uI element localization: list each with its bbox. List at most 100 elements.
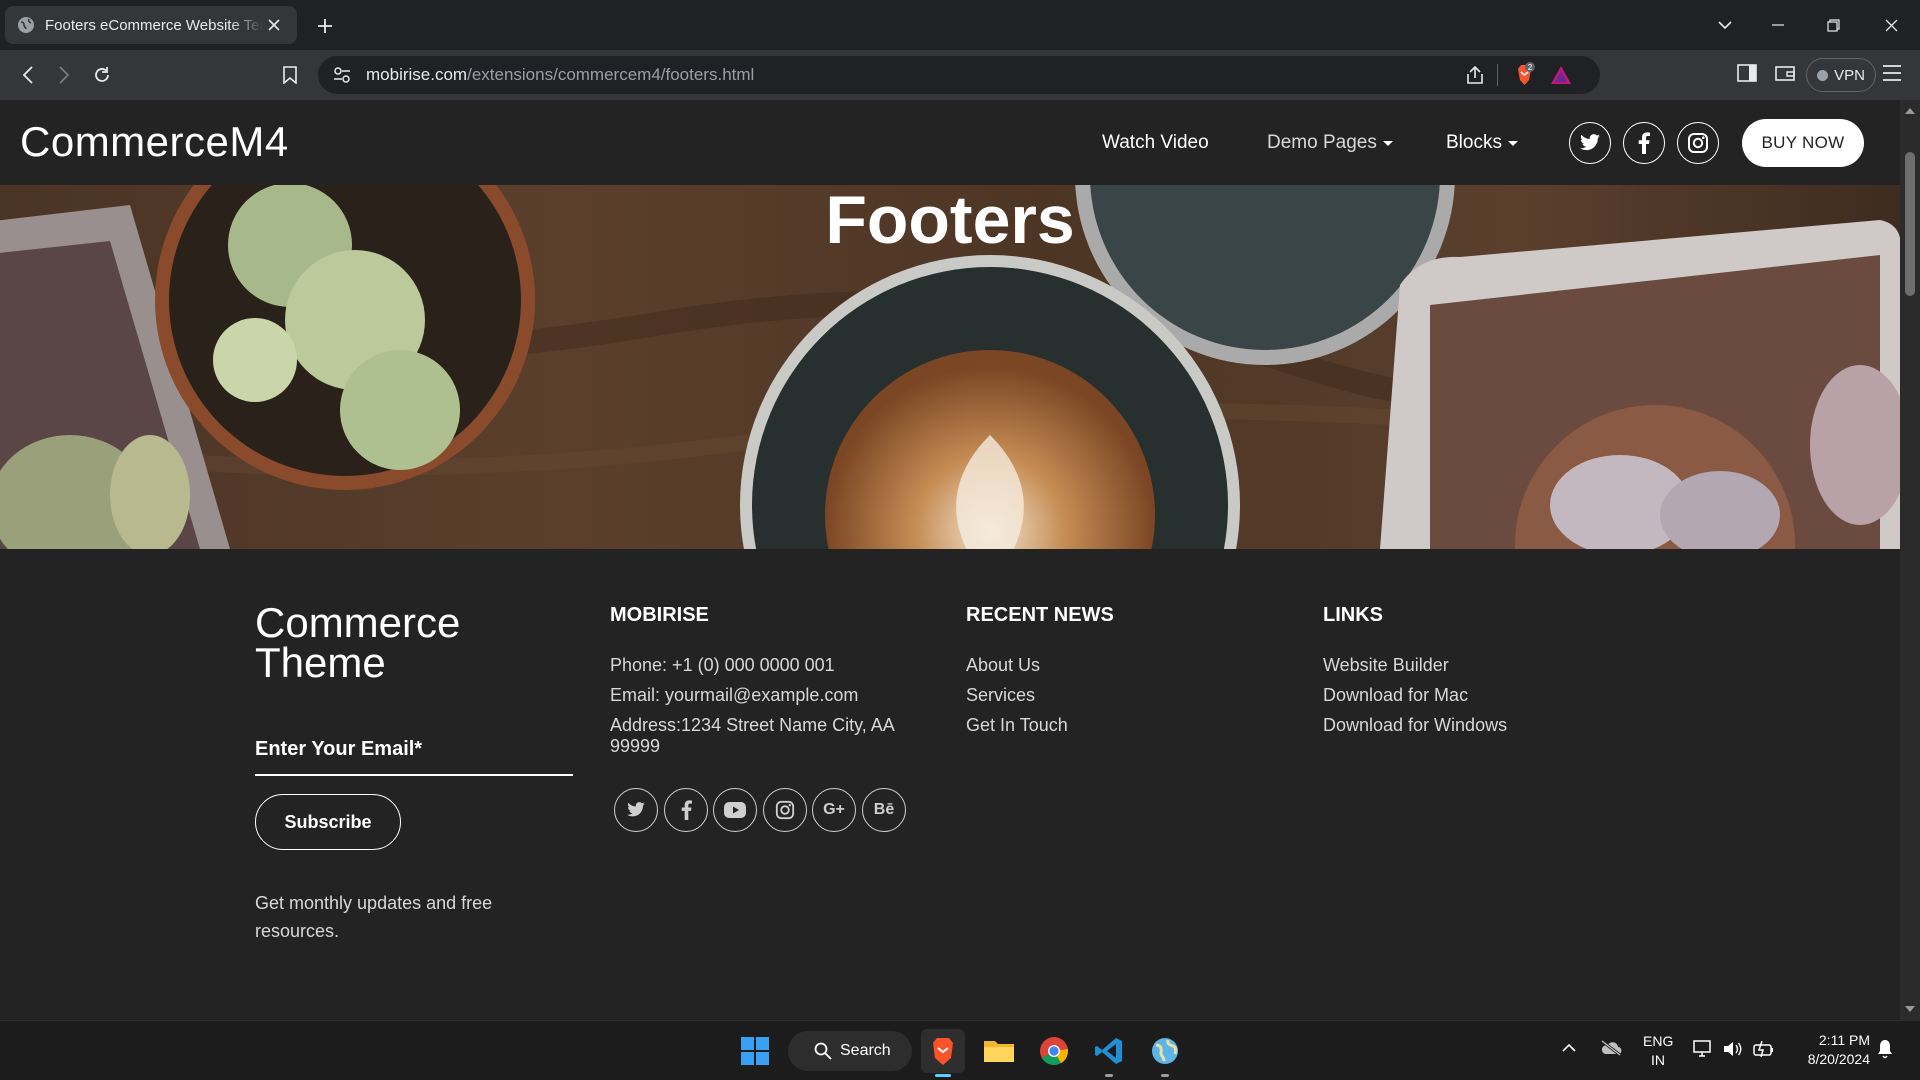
lang-line: ENG <box>1643 1033 1674 1049</box>
footer-link-website-builder[interactable]: Website Builder <box>1323 655 1449 676</box>
open-app-indicator <box>1105 1074 1113 1077</box>
open-app-indicator <box>1161 1074 1169 1077</box>
footer-brand: Commerce Theme <box>255 602 555 686</box>
scrollbar-thumb[interactable] <box>1905 152 1915 296</box>
tab-search-chevron-icon[interactable] <box>1710 10 1740 40</box>
scroll-up-arrow-icon[interactable] <box>1905 108 1915 114</box>
brave-rewards-icon[interactable] <box>1550 64 1572 86</box>
site-footer: Commerce Theme Enter Your Email* Subscri… <box>0 549 1900 1020</box>
shield-count: 2 <box>1528 63 1533 72</box>
system-clock[interactable]: 2:11 PM 8/20/2024 <box>1788 1031 1870 1069</box>
nav-demo-pages[interactable]: Demo Pages <box>1267 132 1393 154</box>
footer-link-get-in-touch[interactable]: Get In Touch <box>966 715 1068 736</box>
email-field-underline <box>255 774 573 776</box>
hero-banner: Footers <box>0 185 1900 549</box>
subscribe-note: Get monthly updates and free resources. <box>255 893 493 941</box>
brave-shields-icon[interactable]: 2 <box>1510 62 1536 88</box>
caret-down-icon <box>1382 140 1393 146</box>
restore-icon[interactable] <box>1818 10 1848 40</box>
brave-taskbar-icon[interactable] <box>921 1029 965 1077</box>
network-icon[interactable] <box>1693 1040 1713 1058</box>
vscode-icon[interactable] <box>1087 1029 1131 1077</box>
subscribe-button[interactable]: Subscribe <box>255 794 401 850</box>
input-language[interactable]: ENG IN <box>1643 1032 1673 1070</box>
footer-email: Email: yourmail@example.com <box>610 685 859 705</box>
battery-icon[interactable] <box>1753 1039 1775 1059</box>
site-navbar: CommerceM4 Watch Video Demo Pages Blocks… <box>0 100 1900 185</box>
clock-time: 2:11 PM <box>1818 1032 1870 1048</box>
file-explorer-icon[interactable] <box>977 1029 1021 1073</box>
email-field[interactable]: Enter Your Email* <box>255 738 422 761</box>
nav-link-label: Watch Video <box>1102 132 1209 153</box>
footer-heading-recent-news: RECENT NEWS <box>966 604 1114 626</box>
tab-title: Footers eCommerce Website Template <box>45 16 263 34</box>
new-tab-button[interactable] <box>312 13 338 39</box>
url-host: mobirise.com <box>366 65 468 84</box>
active-app-indicator <box>935 1074 951 1077</box>
menu-icon[interactable] <box>1882 64 1902 82</box>
nav-link-label: Blocks <box>1446 132 1502 153</box>
clock-date: 8/20/2024 <box>1807 1051 1870 1067</box>
globe-icon <box>17 16 35 34</box>
notification-bell-icon[interactable] <box>1876 1039 1894 1059</box>
vpn-button[interactable]: VPN <box>1806 58 1876 92</box>
behance-icon[interactable]: Bē <box>862 788 906 832</box>
close-tab-icon[interactable] <box>263 14 285 36</box>
hero-title: Footers <box>825 185 1075 258</box>
back-icon[interactable] <box>14 61 42 89</box>
close-window-icon[interactable] <box>1876 10 1906 40</box>
buy-now-button[interactable]: BUY NOW <box>1742 119 1864 167</box>
footer-address: Address:1234 Street Name City, AA 99999 <box>610 715 894 756</box>
footer-brand-line: Theme <box>255 639 386 686</box>
divider <box>1497 64 1498 86</box>
url-path: /extensions/commercem4/footers.html <box>467 65 755 84</box>
footer-heading-mobirise: MOBIRISE <box>610 604 709 626</box>
web-page: CommerceM4 Watch Video Demo Pages Blocks… <box>0 100 1900 1020</box>
sidebar-toggle-icon[interactable] <box>1736 62 1758 84</box>
lang-line: IN <box>1651 1052 1665 1068</box>
search-label: Search <box>840 1042 891 1059</box>
site-settings-icon[interactable] <box>332 65 352 85</box>
footer-heading-links: LINKS <box>1323 604 1383 626</box>
footer-phone: Phone: +1 (0) 000 0000 001 <box>610 655 835 675</box>
instagram-icon[interactable] <box>763 788 807 832</box>
google-plus-icon[interactable]: G+ <box>812 788 856 832</box>
vpn-label: VPN <box>1834 66 1865 84</box>
bookmark-icon[interactable] <box>276 61 304 89</box>
wallet-icon[interactable] <box>1774 62 1796 84</box>
minimize-icon[interactable] <box>1763 10 1793 40</box>
facebook-icon[interactable] <box>1623 122 1665 164</box>
chrome-icon[interactable] <box>1032 1029 1076 1073</box>
footer-link-services[interactable]: Services <box>966 685 1035 706</box>
globe-app-icon[interactable] <box>1143 1029 1187 1077</box>
footer-link-download-mac[interactable]: Download for Mac <box>1323 685 1468 706</box>
taskbar-search[interactable]: Search <box>788 1031 912 1071</box>
onedrive-offline-icon[interactable] <box>1600 1040 1622 1056</box>
vpn-status-icon <box>1817 69 1829 81</box>
youtube-icon[interactable] <box>713 788 757 832</box>
nav-blocks[interactable]: Blocks <box>1446 132 1518 154</box>
footer-link-download-windows[interactable]: Download for Windows <box>1323 715 1507 736</box>
nav-watch-video[interactable]: Watch Video <box>1102 132 1209 154</box>
volume-icon[interactable] <box>1723 1040 1743 1058</box>
forward-icon[interactable] <box>50 61 78 89</box>
browser-tab[interactable]: Footers eCommerce Website Template <box>5 6 297 44</box>
scroll-down-arrow-icon[interactable] <box>1905 1006 1915 1012</box>
footer-link-about-us[interactable]: About Us <box>966 655 1040 676</box>
twitter-icon[interactable] <box>1569 122 1611 164</box>
facebook-icon[interactable] <box>664 788 708 832</box>
site-brand[interactable]: CommerceM4 <box>20 118 289 166</box>
address-bar[interactable]: mobirise.com/extensions/commercem4/foote… <box>318 56 1600 94</box>
page-scrollbar[interactable] <box>1900 100 1920 1020</box>
url-text: mobirise.com/extensions/commercem4/foote… <box>366 56 754 94</box>
share-icon[interactable] <box>1464 64 1486 86</box>
tray-chevron-up-icon[interactable] <box>1562 1043 1576 1052</box>
instagram-icon[interactable] <box>1677 122 1719 164</box>
nav-link-label: Demo Pages <box>1267 132 1377 153</box>
reload-icon[interactable] <box>88 61 116 89</box>
search-icon <box>814 1042 832 1060</box>
windows-start-icon[interactable] <box>733 1029 777 1073</box>
windows-taskbar: Search ENG IN 2:11 PM 8/20/2024 <box>0 1020 1920 1080</box>
twitter-icon[interactable] <box>614 788 658 832</box>
browser-tab-strip: Footers eCommerce Website Template <box>0 0 1920 50</box>
